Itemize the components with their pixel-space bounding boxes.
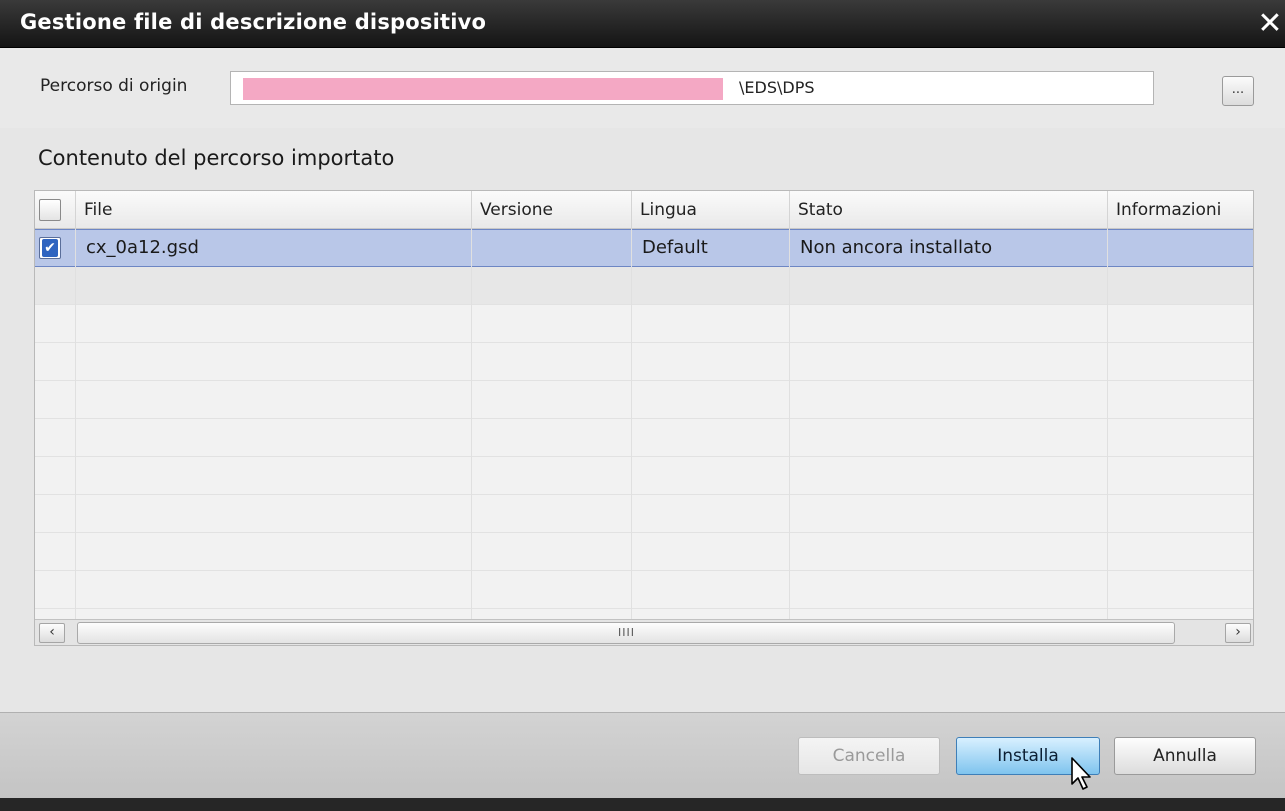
cell-status: Non ancora installato xyxy=(789,230,1107,268)
scroll-right-icon[interactable]: › xyxy=(1225,623,1251,643)
column-header-status[interactable]: Stato xyxy=(789,191,1107,229)
scrollbar-grip: IIII xyxy=(618,626,635,639)
cell-version xyxy=(471,230,631,268)
horizontal-scrollbar[interactable]: ‹ IIII › xyxy=(35,619,1253,645)
empty-row xyxy=(35,305,1253,343)
table-row[interactable]: ✔ cx_0a12.gsd Default Non ancora install… xyxy=(35,229,1253,268)
source-path-input[interactable]: \EDS\DPS xyxy=(230,71,1154,105)
browse-button[interactable]: ... xyxy=(1222,76,1254,106)
section-title: Contenuto del percorso importato xyxy=(38,146,395,170)
column-header-language[interactable]: Lingua xyxy=(631,191,789,229)
imported-files-table: File Versione Lingua Stato Informazioni … xyxy=(34,190,1254,646)
redacted-path-segment xyxy=(243,78,723,100)
row-select-cell: ✔ xyxy=(35,230,75,268)
select-all-checkbox[interactable] xyxy=(39,199,61,221)
empty-row xyxy=(35,381,1253,419)
title-bar: Gestione file di descrizione dispositivo… xyxy=(0,0,1285,48)
cancel-selection-button[interactable]: Cancella xyxy=(798,737,940,775)
column-divider xyxy=(631,229,632,619)
cell-language: Default xyxy=(631,230,789,268)
column-divider xyxy=(789,229,790,619)
abort-button[interactable]: Annulla xyxy=(1114,737,1256,775)
mouse-cursor-icon xyxy=(1071,757,1091,790)
window-title: Gestione file di descrizione dispositivo xyxy=(20,10,487,34)
empty-row xyxy=(35,495,1253,533)
empty-row xyxy=(35,457,1253,495)
window-bottom-edge xyxy=(0,798,1285,811)
column-divider xyxy=(75,229,76,619)
cell-info xyxy=(1107,230,1253,268)
table-header: File Versione Lingua Stato Informazioni xyxy=(35,191,1253,229)
column-header-file[interactable]: File xyxy=(75,191,471,229)
source-path-row: Percorso di origin \EDS\DPS ... xyxy=(0,48,1285,128)
checkmark-icon: ✔ xyxy=(42,239,58,257)
empty-row xyxy=(35,343,1253,381)
empty-row xyxy=(35,533,1253,571)
column-header-version[interactable]: Versione xyxy=(471,191,631,229)
close-icon[interactable]: ✕ xyxy=(1255,9,1285,40)
scrollbar-thumb[interactable]: IIII xyxy=(77,622,1175,644)
source-path-value: \EDS\DPS xyxy=(739,78,815,97)
column-divider xyxy=(1107,229,1108,619)
source-path-label: Percorso di origin xyxy=(40,76,188,96)
gsd-manager-dialog: Gestione file di descrizione dispositivo… xyxy=(0,0,1285,811)
empty-row xyxy=(35,267,1253,305)
empty-row xyxy=(35,419,1253,457)
empty-row xyxy=(35,571,1253,609)
row-checkbox[interactable]: ✔ xyxy=(39,237,61,259)
column-divider xyxy=(471,229,472,619)
scroll-left-icon[interactable]: ‹ xyxy=(39,623,65,643)
column-header-info[interactable]: Informazioni xyxy=(1107,191,1253,229)
cell-file: cx_0a12.gsd xyxy=(75,230,471,268)
header-select-all-cell xyxy=(35,191,75,229)
